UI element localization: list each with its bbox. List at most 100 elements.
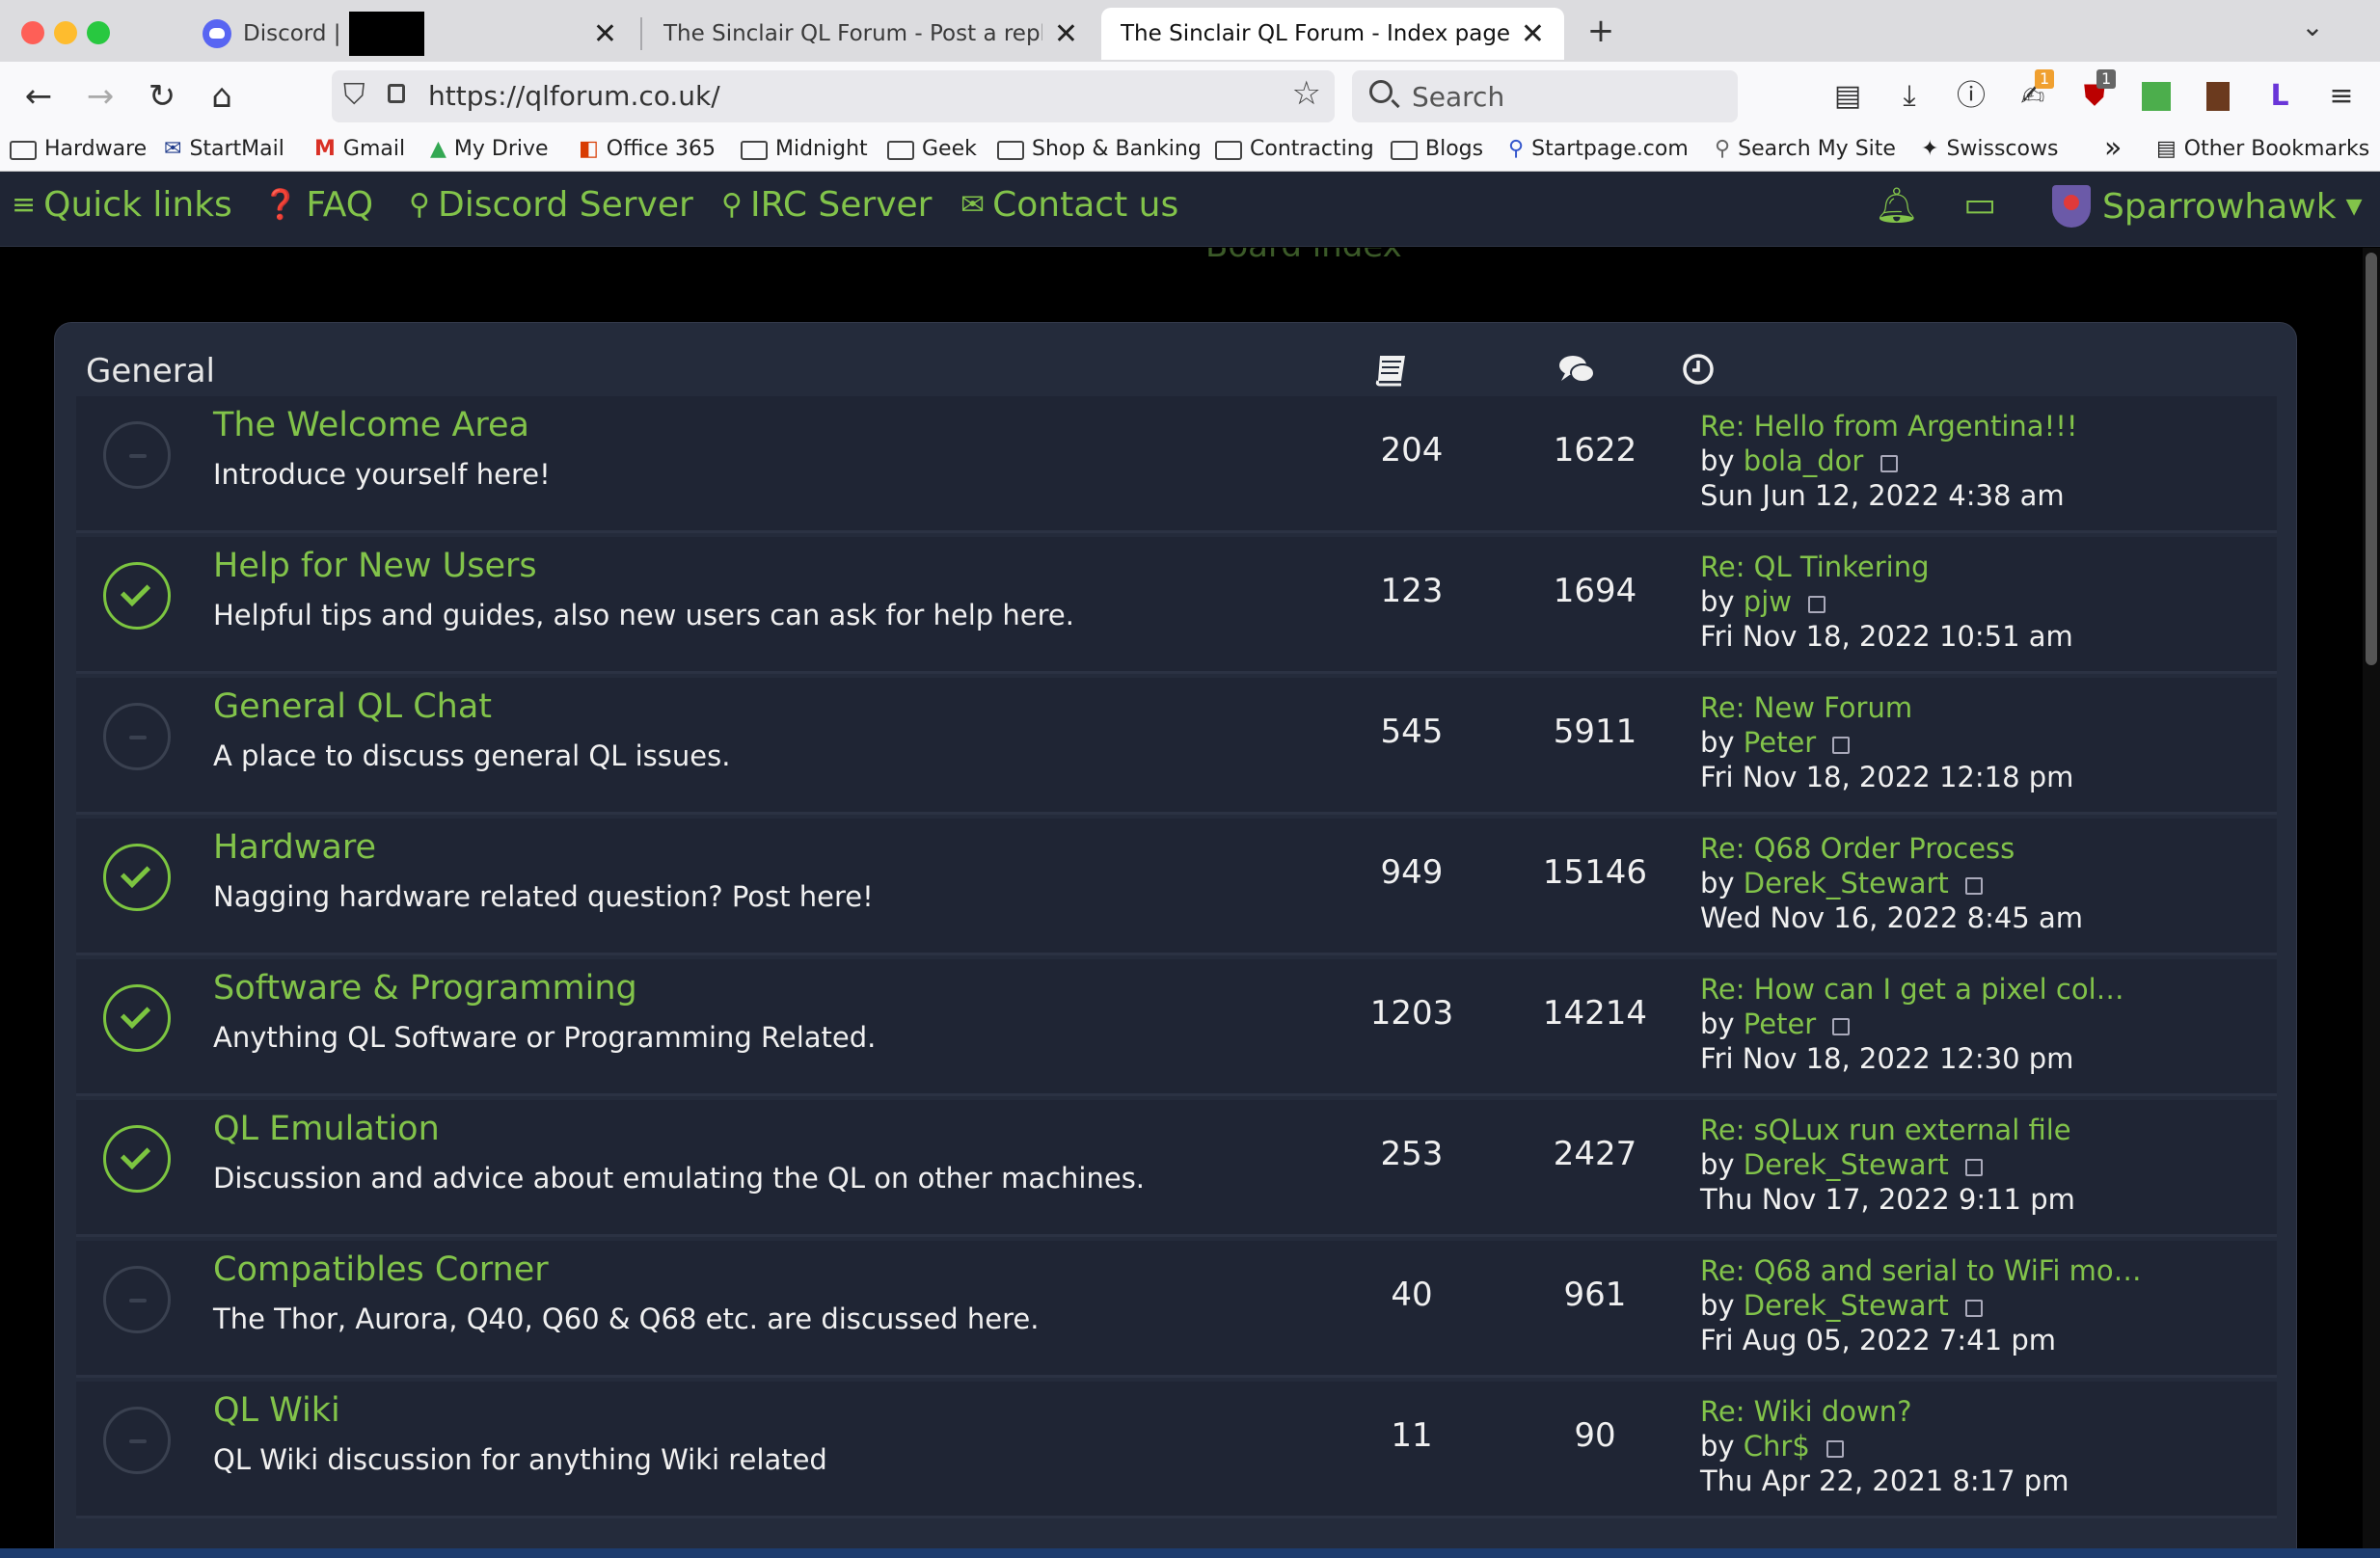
faq-link[interactable]: ❓ FAQ (262, 185, 373, 225)
bookmark-swisscows[interactable]: ✦ Swisscows (1921, 137, 2058, 161)
last-post-title-link[interactable]: Re: New Forum (1700, 691, 1912, 724)
bookmark-other[interactable]: ▤ Other Bookmarks (2156, 137, 2369, 161)
close-window-button[interactable] (21, 21, 44, 44)
close-tab-icon[interactable]: ✕ (593, 17, 617, 51)
lock-icon[interactable] (388, 84, 405, 103)
tab-list-chevron-down-icon[interactable]: ⌄ (2291, 6, 2334, 48)
bookmark-shop-banking[interactable]: Shop & Banking (997, 137, 1202, 161)
bookmark-label: Search My Site (1738, 137, 1896, 161)
magnifier-icon: ⚲ (1508, 137, 1525, 161)
forum-name-link[interactable]: Hardware (213, 828, 376, 867)
discord-server-link[interactable]: ⚲ Discord Server (409, 185, 693, 225)
bookmark-gmail[interactable]: M Gmail (314, 137, 405, 161)
last-post-title-link[interactable]: Re: Hello from Argentina!!! (1700, 410, 2077, 443)
irc-label: IRC Server (749, 185, 933, 225)
forum-name-link[interactable]: Help for New Users (213, 547, 537, 585)
home-icon[interactable]: ⌂ (201, 75, 243, 118)
view-latest-post-icon[interactable] (1826, 1440, 1845, 1458)
view-latest-post-icon[interactable] (1965, 1159, 1984, 1176)
ublock-icon[interactable]: ⛊ 1 (2075, 69, 2117, 116)
bookmark-star-icon[interactable]: ☆ (1292, 74, 1321, 113)
hamburger-menu-icon[interactable]: ≡ (2322, 77, 2361, 116)
view-latest-post-icon[interactable] (1880, 455, 1898, 472)
breadcrumb[interactable]: Board index (1205, 248, 1402, 265)
url-text[interactable]: https://qlforum.co.uk/ (428, 80, 720, 112)
forum-row: Compatibles Corner The Thor, Aurora, Q40… (76, 1241, 2277, 1378)
bookmark-hardware[interactable]: Hardware (10, 137, 147, 161)
extension-icon[interactable]: ✍ 1 (2014, 69, 2055, 116)
notifications-bell-icon[interactable]: 🔔︎ (1875, 185, 1919, 226)
view-latest-post-icon[interactable] (1832, 737, 1851, 754)
last-post-title-link[interactable]: Re: QL Tinkering (1700, 551, 1930, 583)
contact-us-link[interactable]: ✉ Contact us (960, 185, 1178, 225)
tab-index-page[interactable]: The Sinclair QL Forum - Index page ✕ (1101, 8, 1564, 60)
view-latest-post-icon[interactable] (1808, 596, 1826, 613)
bookmark-midnight[interactable]: Midnight (741, 137, 868, 161)
minimize-window-button[interactable] (54, 21, 77, 44)
last-post-author-link[interactable]: Derek_Stewart (1744, 1148, 1949, 1181)
browser-search-input[interactable]: Search (1352, 70, 1738, 122)
green-extension-icon[interactable] (2137, 77, 2176, 116)
last-post-time: Sun Jun 12, 2022 4:38 am (1700, 479, 2065, 512)
url-bar[interactable]: ⛉ https://qlforum.co.uk/ ☆ (332, 70, 1335, 122)
bookmark-geek[interactable]: Geek (887, 137, 977, 161)
bookmark-label: Gmail (342, 137, 406, 161)
last-post-author-link[interactable]: Derek_Stewart (1744, 867, 1949, 900)
last-post-author-link[interactable]: pjw (1744, 585, 1792, 618)
password-manager-icon[interactable]: ⓘ (1952, 77, 1990, 116)
back-arrow-icon[interactable]: ← (17, 75, 60, 118)
reader-view-icon[interactable]: ▤ (1828, 77, 1867, 116)
last-post-author-link[interactable]: Peter (1744, 726, 1816, 759)
bookmark-search-my-site[interactable]: ⚲ Search My Site (1715, 137, 1896, 161)
new-tab-plus-icon[interactable]: + (1580, 10, 1622, 52)
reload-icon[interactable]: ↻ (141, 75, 183, 118)
last-post-author-link[interactable]: Peter (1744, 1007, 1816, 1040)
user-menu[interactable]: Sparrowhawk ▼ (2052, 185, 2363, 228)
bookmark-startmail[interactable]: ✉ StartMail (164, 137, 284, 161)
caret-down-icon: ▼ (2345, 194, 2363, 219)
shield-icon[interactable]: ⛉ (343, 78, 365, 112)
brown-extension-icon[interactable] (2199, 77, 2237, 116)
tab-post-reply[interactable]: The Sinclair QL Forum - Post a reply ✕ (644, 8, 1097, 60)
last-post-time: Fri Nov 18, 2022 10:51 am (1700, 620, 2073, 653)
view-latest-post-icon[interactable] (1965, 1300, 1984, 1317)
bookmark-my-drive[interactable]: ▲ My Drive (430, 137, 549, 161)
forum-name-link[interactable]: The Welcome Area (213, 406, 529, 444)
forum-description: Introduce yourself here! (213, 458, 551, 491)
bookmark-startpage[interactable]: ⚲ Startpage.com (1508, 137, 1689, 161)
view-latest-post-icon[interactable] (1965, 877, 1984, 895)
more-bookmarks-chevron-icon[interactable]: » (2104, 131, 2122, 165)
last-post-title-link[interactable]: Re: How can I get a pixel col… (1700, 973, 2124, 1006)
forum-name-link[interactable]: QL Emulation (213, 1110, 440, 1148)
last-post-title-link[interactable]: Re: Q68 and serial to WiFi mo… (1700, 1254, 2142, 1287)
forum-name-link[interactable]: General QL Chat (213, 687, 492, 726)
bookmark-contracting[interactable]: Contracting (1215, 137, 1374, 161)
maximize-window-button[interactable] (87, 21, 110, 44)
download-icon[interactable]: ⤓ (1890, 77, 1929, 116)
last-post-author-link[interactable]: Chr$ (1744, 1430, 1810, 1463)
forum-status-icon (103, 984, 171, 1052)
l-extension-icon[interactable]: L (2260, 77, 2299, 116)
forum-description: Discussion and advice about emulating th… (213, 1162, 1146, 1195)
last-post-title-link[interactable]: Re: Wiki down? (1700, 1395, 1911, 1428)
irc-server-link[interactable]: ⚲ IRC Server (721, 185, 932, 225)
forum-name-link[interactable]: Compatibles Corner (213, 1250, 549, 1289)
last-post-author-link[interactable]: Derek_Stewart (1744, 1289, 1949, 1322)
scrollbar-thumb[interactable] (2366, 253, 2377, 665)
forum-name-link[interactable]: Software & Programming (213, 969, 637, 1007)
last-post-author-link[interactable]: bola_dor (1744, 444, 1864, 477)
bookmark-blogs[interactable]: Blogs (1391, 137, 1483, 161)
quick-links-menu[interactable]: ≡ Quick links (12, 185, 232, 225)
tab-discord[interactable]: Discord | ✕ (183, 8, 636, 60)
last-post-title-link[interactable]: Re: Q68 Order Process (1700, 832, 2015, 865)
last-post-title-link[interactable]: Re: sQLux run external file (1700, 1114, 2071, 1146)
category-title[interactable]: General (86, 352, 215, 390)
private-messages-inbox-icon[interactable]: ▭ (1963, 185, 1996, 225)
close-tab-icon[interactable]: ✕ (1521, 17, 1545, 51)
close-tab-icon[interactable]: ✕ (1054, 17, 1078, 51)
forum-name-link[interactable]: QL Wiki (213, 1391, 340, 1430)
bookmark-office-365[interactable]: ◧ Office 365 (579, 137, 716, 161)
view-latest-post-icon[interactable] (1832, 1018, 1851, 1035)
forward-arrow-icon[interactable]: → (79, 75, 122, 118)
bookmark-label: Other Bookmarks (2183, 137, 2370, 161)
